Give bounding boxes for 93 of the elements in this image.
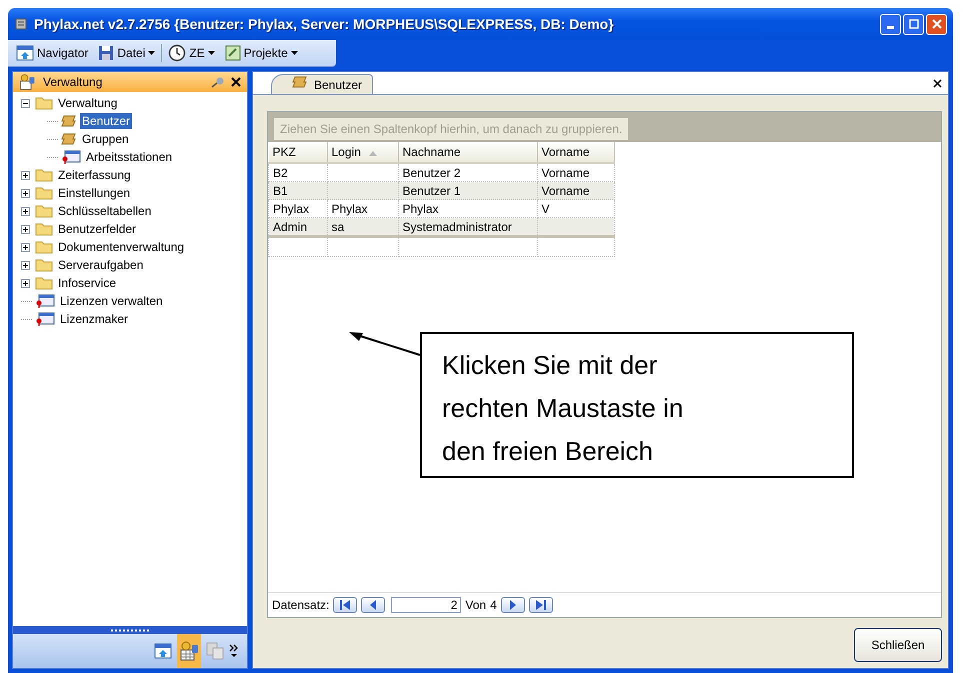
previous-record-button[interactable] [361, 597, 386, 613]
clock-icon [168, 44, 186, 62]
skip-back-icon [339, 600, 352, 610]
table-cell: Phylax [332, 202, 368, 216]
tree-item[interactable]: Gruppen [80, 131, 131, 147]
last-record-button[interactable] [528, 597, 553, 613]
table-cell: Vorname [542, 184, 590, 198]
tree-item[interactable]: Zeiterfassung [56, 167, 133, 183]
pin-icon[interactable] [211, 76, 225, 88]
tree-item[interactable]: Infoservice [56, 275, 118, 291]
maximize-button[interactable] [903, 14, 924, 34]
record-label: Datensatz: [272, 598, 330, 612]
record-field[interactable]: 2 [391, 597, 462, 613]
expand-icon[interactable] [21, 206, 32, 216]
close-button[interactable]: Schließen [854, 628, 942, 662]
table-cell: B2 [273, 166, 288, 180]
window-title: Phylax.net v2.7.2756 {Benutzer: Phylax, Server: MORPHEUS\SQLEXPRESS, DB: Demo} [34, 16, 615, 32]
tree-item[interactable]: Lizenzmaker [58, 311, 130, 327]
first-record-button[interactable] [333, 597, 358, 613]
record-total: 4 [490, 598, 497, 612]
table-cell: Admin [273, 220, 308, 234]
expand-icon[interactable] [21, 224, 32, 234]
expand-icon[interactable] [21, 188, 32, 198]
form-icon [61, 150, 81, 164]
record-of-label: Von [465, 598, 486, 612]
tree-item[interactable]: Verwaltung [56, 95, 120, 111]
column-header[interactable]: Login [327, 142, 398, 163]
table-cell: B1 [273, 184, 288, 198]
toolbar-button[interactable]: Datei [94, 45, 160, 61]
collapse-icon[interactable] [21, 98, 32, 108]
close-icon[interactable] [933, 79, 942, 88]
minimize-button[interactable] [880, 14, 901, 34]
annotation-text: Klicken Sie mit der rechten Maustaste in den freien Bereich [442, 350, 684, 466]
table-cell: Phylax [402, 202, 439, 216]
table-cell: Benutzer 2 [402, 166, 461, 180]
column-header[interactable]: PKZ [268, 142, 327, 163]
folder-icon [35, 222, 53, 236]
folder-icon [35, 204, 53, 218]
window-icon [16, 45, 34, 61]
keys-icon [178, 640, 200, 662]
tree-item[interactable]: Serveraufgaben [56, 257, 146, 273]
folder-icon [35, 240, 53, 254]
table-cell: sa [332, 220, 344, 234]
tree-item[interactable]: Benutzerfelder [56, 221, 138, 237]
close-icon[interactable] [231, 77, 241, 87]
skip-forward-icon [534, 600, 547, 610]
close-icon [932, 19, 942, 29]
toolbar-button[interactable]: ZE [164, 44, 219, 62]
folder-icon [35, 168, 53, 182]
folder-icon [35, 96, 53, 110]
document-tab[interactable]: Benutzer [271, 74, 374, 94]
copy-icon [205, 641, 225, 661]
app-icon [14, 17, 28, 31]
expand-icon[interactable] [21, 260, 32, 270]
maximize-icon [908, 19, 918, 29]
toolbar-button[interactable]: Navigator [12, 45, 92, 61]
column-header[interactable]: Vorname [537, 142, 614, 163]
keys-icon [17, 73, 37, 91]
expand-icon[interactable] [21, 278, 32, 288]
tree-item[interactable]: Lizenzen verwalten [58, 293, 165, 309]
tree-item[interactable]: Schlüsseltabellen [56, 203, 154, 219]
grip-icon[interactable] [111, 628, 149, 632]
group-hint: Ziehen Sie einen Spaltenkopf hierhin, um danach zu gruppieren. [274, 118, 628, 140]
scroll-icon [292, 74, 308, 88]
table-cell: Benutzer 1 [402, 184, 461, 198]
minimize-icon [887, 26, 894, 29]
table-cell: Phylax [273, 202, 310, 216]
window-icon [154, 643, 172, 659]
table-cell: Vorname [542, 166, 590, 180]
tree-item[interactable]: Arbeitsstationen [84, 149, 174, 165]
notebook-icon [224, 45, 241, 61]
folder-icon [35, 276, 53, 290]
form-icon [35, 294, 55, 308]
table-cell: Systemadministrator [402, 220, 512, 234]
expand-icon[interactable] [21, 170, 32, 180]
expand-icon[interactable] [21, 242, 32, 252]
scroll-icon [61, 114, 77, 128]
folder-icon [35, 186, 53, 200]
column-header[interactable]: Nachname [398, 142, 537, 163]
toolbar-button[interactable]: Projekte [220, 45, 302, 61]
floppy-icon [98, 45, 114, 61]
tree-item[interactable]: Benutzer [80, 113, 132, 129]
folder-icon [35, 258, 53, 272]
scroll-icon [61, 132, 77, 146]
close-button[interactable] [926, 14, 947, 34]
tree-item[interactable]: Dokumentenverwaltung [56, 239, 186, 255]
chevron-icon[interactable] [229, 644, 239, 658]
tree-item[interactable]: Einstellungen [56, 185, 132, 201]
panel-title: Verwaltung [43, 75, 104, 89]
panel-switch-button[interactable] [177, 634, 201, 668]
form-icon [35, 312, 55, 326]
next-record-button[interactable] [500, 597, 525, 613]
table-cell: V [542, 202, 550, 216]
